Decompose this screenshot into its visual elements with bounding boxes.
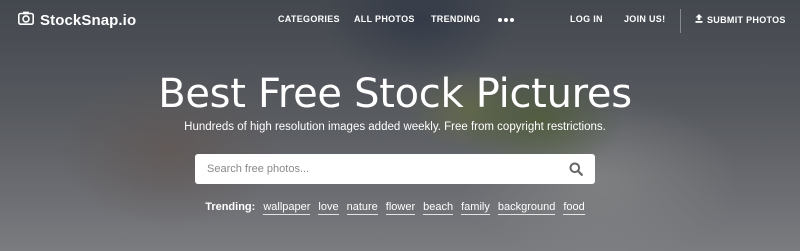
nav-all-photos[interactable]: ALL PHOTOS [354,14,415,24]
logo-text: StockSnap.io [40,12,137,29]
trending-tag-beach[interactable]: beach [423,201,454,215]
trending-tag-background[interactable]: background [497,201,556,215]
search-bar [195,154,595,184]
trending-label: Trending: [205,201,256,213]
hero-title: Best Free Stock Pictures [158,71,632,117]
nav-log-in[interactable]: LOG IN [570,14,603,24]
upload-icon [695,14,703,25]
trending-tag-love[interactable]: love [318,201,339,215]
nav-divider [680,9,681,33]
trending-tag-nature[interactable]: nature [346,201,378,215]
hero-subtitle: Hundreds of high resolution images added… [184,121,606,133]
top-navigation: StockSnap.io CATEGORIES ALL PHOTOS TREND… [0,0,800,40]
search-input[interactable] [207,155,547,183]
search-icon[interactable] [569,162,583,181]
hero-section: StockSnap.io CATEGORIES ALL PHOTOS TREND… [0,0,800,251]
more-dots-icon[interactable] [498,18,514,22]
logo-link[interactable]: StockSnap.io [18,11,136,30]
nav-join-us[interactable]: JOIN US! [624,14,665,24]
camera-icon [18,11,34,30]
nav-categories[interactable]: CATEGORIES [278,14,340,24]
trending-tag-wallpaper[interactable]: wallpaper [263,201,311,215]
submit-photos-label: SUBMIT PHOTOS [707,14,786,25]
trending-tag-family[interactable]: family [461,201,490,215]
trending-tag-food[interactable]: food [563,201,585,215]
submit-photos-button[interactable]: SUBMIT PHOTOS [695,14,786,25]
trending-tag-flower[interactable]: flower [385,201,416,215]
trending-tags: Trending: wallpaper love nature flower b… [0,201,790,215]
nav-trending[interactable]: TRENDING [431,14,480,24]
